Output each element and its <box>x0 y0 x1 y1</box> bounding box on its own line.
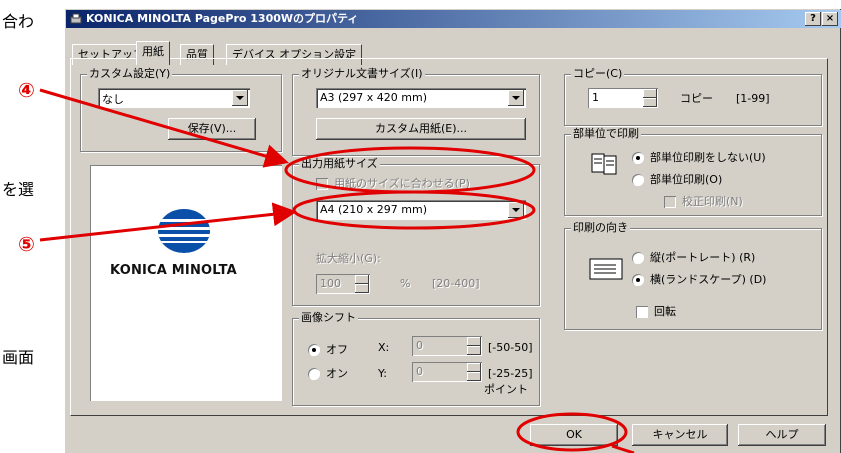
ok-button[interactable]: OK <box>530 424 618 446</box>
scale-spinner[interactable]: 100 <box>316 274 370 294</box>
proof-print-label: 校正印刷(N) <box>682 195 743 208</box>
shift-x-range: [-50-50] <box>488 341 533 354</box>
proof-print-checkbox[interactable] <box>664 196 676 208</box>
original-size-combo[interactable]: A3 (297 x 420 mm) <box>316 88 526 108</box>
original-size-label: オリジナル文書サイズ(I) <box>299 67 425 81</box>
orientation-label: 印刷の向き <box>571 221 630 235</box>
custom-settings-value: なし <box>102 93 124 106</box>
output-size-label: 出力用紙サイズ <box>299 157 380 171</box>
chevron-down-icon[interactable] <box>508 202 524 218</box>
collate-pages-icon <box>591 153 617 175</box>
rotate-label: 回転 <box>654 305 676 318</box>
logo-preview: KONICA MINOLTA <box>90 165 282 401</box>
collate-radio[interactable] <box>632 174 644 186</box>
shift-x-value: 0 <box>416 339 423 352</box>
copies-text: コピー <box>680 92 713 105</box>
shift-y-label: Y: <box>378 367 387 380</box>
printer-icon <box>70 13 82 24</box>
image-shift-label: 画像シフト <box>299 311 358 325</box>
shift-off-label: オフ <box>326 343 348 356</box>
custom-paper-button[interactable]: カスタム用紙(E)... <box>316 118 526 140</box>
konica-minolta-logo-icon <box>158 209 210 253</box>
scale-value: 100 <box>320 277 341 290</box>
title-bar: KONICA MINOLTA PagePro 1300Wのプロパティ ? × <box>66 10 841 28</box>
marker-5: ⑤ <box>18 232 35 256</box>
spinner-arrows[interactable] <box>467 337 481 355</box>
shift-y-spinner[interactable]: 0 <box>412 362 482 382</box>
shift-unit: ポイント <box>484 383 528 396</box>
output-size-value: A4 (210 x 297 mm) <box>320 203 428 216</box>
collate-label: 部単位で印刷 <box>571 127 641 141</box>
shift-on-radio[interactable] <box>308 368 320 380</box>
spinner-arrows[interactable] <box>467 363 481 381</box>
fit-paper-checkbox[interactable] <box>316 178 328 190</box>
copies-value: 1 <box>592 91 599 104</box>
original-size-value: A3 (297 x 420 mm) <box>320 91 428 104</box>
close-title-button[interactable]: × <box>822 12 838 26</box>
landscape-page-icon <box>589 258 623 280</box>
copies-range: [1-99] <box>736 92 770 105</box>
custom-settings-combo[interactable]: なし <box>98 88 250 108</box>
fit-paper-label: 用紙のサイズに合わせる(P) <box>334 177 470 190</box>
landscape-radio[interactable] <box>632 274 644 286</box>
shift-y-range: [-25-25] <box>488 367 533 380</box>
chevron-down-icon[interactable] <box>232 90 248 106</box>
side-text-3: 画面 <box>2 348 35 367</box>
save-button[interactable]: 保存(V)... <box>168 118 256 140</box>
output-size-combo[interactable]: A4 (210 x 297 mm) <box>316 200 526 220</box>
shift-x-spinner[interactable]: 0 <box>412 336 482 356</box>
copies-spinner[interactable]: 1 <box>588 88 658 108</box>
copies-label: コピー(C) <box>571 67 625 81</box>
shift-off-radio[interactable] <box>308 344 320 356</box>
portrait-radio[interactable] <box>632 252 644 264</box>
scale-unit: % <box>400 277 411 290</box>
portrait-label: 縦(ポートレート) (R) <box>650 251 756 264</box>
shift-on-label: オン <box>326 367 348 380</box>
original-size-group: オリジナル文書サイズ(I) <box>292 67 540 156</box>
collate-option-label: 部単位印刷(O) <box>650 173 723 186</box>
shift-x-label: X: <box>378 341 390 354</box>
help-button[interactable]: ヘルプ <box>738 424 826 446</box>
cancel-button[interactable]: キャンセル <box>632 424 728 446</box>
dialog-title: KONICA MINOLTA PagePro 1300Wのプロパティ <box>86 12 359 25</box>
scale-range: [20-400] <box>432 277 480 290</box>
no-collate-label: 部単位印刷をしない(U) <box>650 151 766 164</box>
tab-paper[interactable]: 用紙 <box>136 41 170 65</box>
custom-settings-group: カスタム設定(Y) <box>80 67 282 152</box>
side-text-2: を選 <box>2 180 35 199</box>
custom-settings-label: カスタム設定(Y) <box>87 67 173 81</box>
spinner-arrows[interactable] <box>643 89 657 107</box>
rotate-checkbox[interactable] <box>636 306 648 318</box>
no-collate-radio[interactable] <box>632 152 644 164</box>
scale-label: 拡大縮小(G): <box>316 252 381 265</box>
logo-text: KONICA MINOLTA <box>110 263 237 278</box>
landscape-label: 横(ランドスケープ) (D) <box>650 273 767 286</box>
marker-4: ④ <box>18 78 35 102</box>
chevron-down-icon[interactable] <box>508 90 524 106</box>
help-title-button[interactable]: ? <box>805 12 821 26</box>
spinner-arrows[interactable] <box>355 275 369 293</box>
side-text-1: 合わ <box>2 12 35 31</box>
shift-y-value: 0 <box>416 365 423 378</box>
